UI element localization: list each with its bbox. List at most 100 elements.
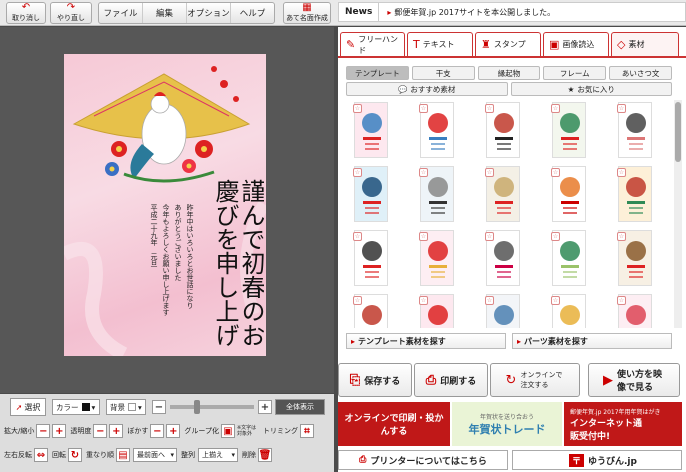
subtab-greeting[interactable]: あいさつ文 [609, 66, 672, 80]
subtab-template[interactable]: テンプレート [346, 66, 409, 80]
favorite-star-icon[interactable]: ☆ [617, 232, 626, 241]
favorite-star-icon[interactable]: ☆ [485, 296, 494, 305]
background-select[interactable]: 背景 ▾ [106, 399, 146, 415]
zoom-out-button[interactable]: − [152, 400, 166, 414]
order-select[interactable]: 最前面へ ▾ [133, 448, 177, 462]
cursor-icon: ➚ [15, 402, 23, 412]
menu-edit[interactable]: 編集 [143, 3, 187, 23]
opacity-down-button[interactable]: − [93, 424, 108, 438]
select-tool[interactable]: ➚ 選択 [10, 398, 46, 416]
tab-freehand[interactable]: ✎ フリーハンド [340, 32, 405, 56]
color-select[interactable]: カラー ▾ [52, 399, 100, 415]
template-thumbnail[interactable]: ☆ [617, 102, 652, 158]
menu-options[interactable]: オプション [187, 3, 231, 23]
print-button[interactable]: ⎙ 印刷する [414, 363, 488, 397]
howto-video-button[interactable]: ▶ 使い方を映像で見る [588, 363, 680, 397]
news-link[interactable]: 郵便年賀.jp 2017サイトを本公開しました。 [379, 7, 555, 18]
template-thumbnail[interactable]: ☆ [551, 102, 586, 158]
template-thumbnail[interactable]: ☆ [419, 102, 454, 158]
trade-banner[interactable]: 年賀状を送り合おう 年賀状トレード [452, 402, 562, 446]
template-thumbnail[interactable]: ☆ [419, 294, 454, 328]
favorite-star-icon[interactable]: ☆ [617, 296, 626, 305]
printer-info-link[interactable]: ⎙ プリンターについてはこちら [338, 450, 508, 470]
scale-up-button[interactable]: + [52, 424, 67, 438]
favorite-star-icon[interactable]: ☆ [353, 168, 362, 177]
subtab-frame[interactable]: フレーム [543, 66, 607, 80]
template-thumbnail[interactable]: ☆ [485, 166, 520, 222]
flip-button[interactable]: ⇔ [34, 448, 48, 462]
trimming-button[interactable]: ⌗ [299, 424, 314, 438]
material-subtabs-2: 💬 おすすめ素材 ★ お気に入り [346, 82, 672, 96]
favorite-star-icon[interactable]: ☆ [551, 296, 560, 305]
card-greeting-text: 謹んで初春のお慶びを申し上げます [214, 179, 264, 347]
group-button[interactable]: ▣ [220, 424, 235, 438]
template-thumbnail[interactable]: ☆ [485, 230, 520, 286]
rotate-button[interactable]: ↻ [68, 448, 82, 462]
undo-icon: ↶ [21, 2, 31, 13]
new-year-card[interactable]: 謹んで初春のお慶びを申し上げます 昨年中はいろいろとお世話になり ありがとうござ… [64, 54, 266, 356]
favorite-star-icon[interactable]: ☆ [485, 168, 494, 177]
favorite-star-icon[interactable]: ☆ [485, 232, 494, 241]
search-template-button[interactable]: テンプレート素材を探す [346, 333, 506, 349]
favorite-star-icon[interactable]: ☆ [353, 296, 362, 305]
subtab-recommended[interactable]: 💬 おすすめ素材 [346, 82, 508, 96]
scale-down-button[interactable]: − [36, 424, 51, 438]
favorite-star-icon[interactable]: ☆ [419, 232, 428, 241]
zoom-slider[interactable] [170, 400, 254, 414]
align-select[interactable]: 上揃え ▾ [198, 448, 238, 462]
template-thumbnail[interactable]: ☆ [617, 166, 652, 222]
internet-shop-banner[interactable]: 郵便年賀.jp 2017年用年賀はがき インターネット通販受付中! [564, 402, 682, 446]
trash-icon[interactable]: 🗑 [258, 448, 272, 462]
subtab-eto[interactable]: 干支 [411, 66, 475, 80]
favorite-star-icon[interactable]: ☆ [617, 104, 626, 113]
blur-down-button[interactable]: − [150, 424, 165, 438]
template-thumbnail[interactable]: ☆ [353, 166, 388, 222]
tab-image[interactable]: ▣ 画像読込 [543, 32, 609, 56]
menu-file[interactable]: ファイル [99, 3, 143, 23]
opacity-up-button[interactable]: + [109, 424, 124, 438]
favorite-star-icon[interactable]: ☆ [485, 104, 494, 113]
template-thumbnail[interactable]: ☆ [353, 230, 388, 286]
favorite-star-icon[interactable]: ☆ [353, 232, 362, 241]
chevron-down-icon: ▾ [91, 402, 96, 412]
tab-text[interactable]: T テキスト [407, 32, 473, 56]
pencil-icon: ✎ [346, 38, 356, 51]
zoom-in-button[interactable]: + [258, 400, 272, 414]
template-thumbnail[interactable]: ☆ [617, 230, 652, 286]
template-thumbnail[interactable]: ☆ [551, 230, 586, 286]
undo-button[interactable]: ↶ 取り消し [6, 2, 46, 24]
favorite-star-icon[interactable]: ☆ [419, 104, 428, 113]
template-thumbnail[interactable]: ☆ [485, 294, 520, 328]
save-button[interactable]: ⎘ 保存する [338, 363, 412, 397]
favorite-star-icon[interactable]: ☆ [551, 104, 560, 113]
favorite-star-icon[interactable]: ☆ [353, 104, 362, 113]
favorite-star-icon[interactable]: ☆ [551, 232, 560, 241]
subtab-favorites[interactable]: ★ お気に入り [510, 82, 672, 96]
blur-up-button[interactable]: + [166, 424, 181, 438]
template-thumbnail[interactable]: ☆ [485, 102, 520, 158]
favorite-star-icon[interactable]: ☆ [419, 296, 428, 305]
template-thumbnail[interactable]: ☆ [353, 294, 388, 328]
tab-materials[interactable]: ◇ 素材 [611, 32, 679, 56]
template-thumbnail[interactable]: ☆ [353, 102, 388, 158]
favorite-star-icon[interactable]: ☆ [617, 168, 626, 177]
menu-help[interactable]: ヘルプ [231, 3, 274, 23]
favorite-star-icon[interactable]: ☆ [551, 168, 560, 177]
address-create-button[interactable]: ▦ あて名面作成 [283, 2, 331, 24]
search-parts-button[interactable]: パーツ素材を探す [512, 333, 672, 349]
template-thumbnail[interactable]: ☆ [419, 166, 454, 222]
template-thumbnail[interactable]: ☆ [551, 166, 586, 222]
show-all-button[interactable]: 全体表示 [275, 399, 325, 415]
redo-button[interactable]: ↷ やり直し [50, 2, 92, 24]
tab-stamp[interactable]: ♜ スタンプ [475, 32, 541, 56]
yubin-link[interactable]: 〒ゆうびん.jp [512, 450, 682, 470]
subtab-engimono[interactable]: 縁起物 [477, 66, 541, 80]
order-online-button[interactable]: ↻ オンラインで注文する [490, 363, 580, 397]
template-thumbnail[interactable]: ☆ [551, 294, 586, 328]
template-thumbnail[interactable]: ☆ [419, 230, 454, 286]
grid-scrollbar[interactable] [674, 100, 682, 328]
online-print-banner[interactable]: オンラインで印刷・投かんする [338, 402, 450, 446]
template-thumbnail[interactable]: ☆ [617, 294, 652, 328]
postcard-icon: ▦ [302, 2, 312, 13]
favorite-star-icon[interactable]: ☆ [419, 168, 428, 177]
